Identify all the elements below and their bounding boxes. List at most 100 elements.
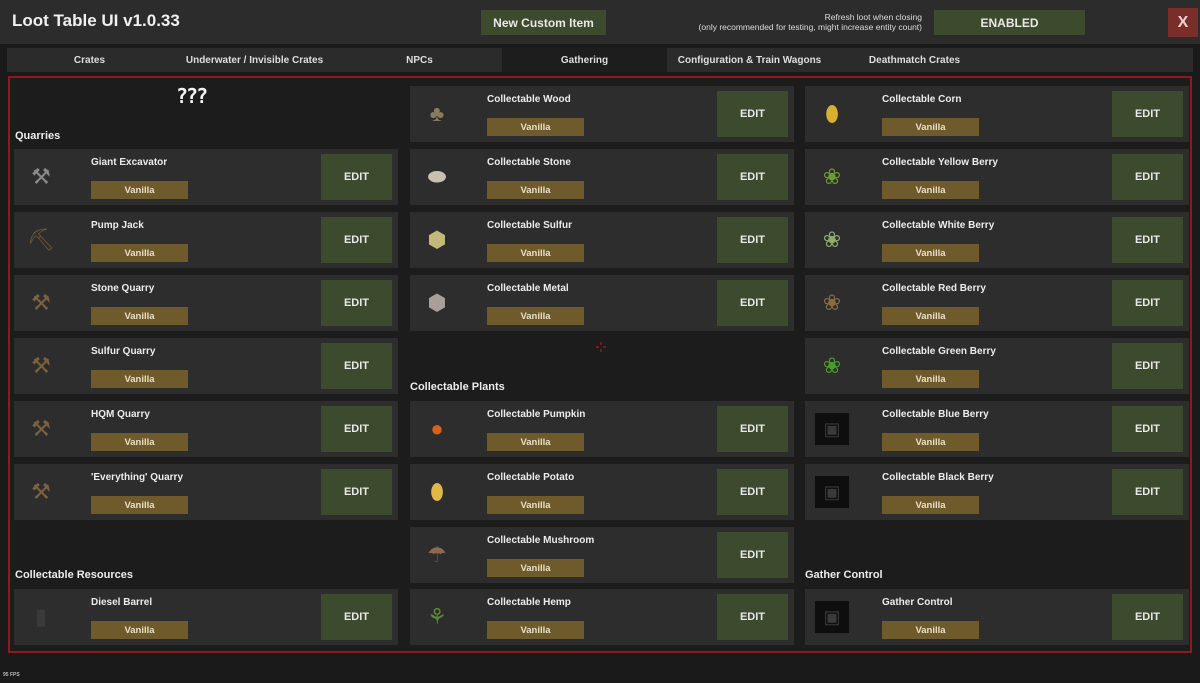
edit-button[interactable]: EDIT <box>321 469 392 515</box>
edit-button[interactable]: EDIT <box>717 280 788 326</box>
green-berry-icon: ❀ <box>822 353 842 378</box>
vanilla-badge[interactable]: Vanilla <box>882 621 979 639</box>
edit-button[interactable]: EDIT <box>321 406 392 452</box>
quarry-icon: ⚒ <box>31 290 51 315</box>
tab-configuration-train-wagons[interactable]: Configuration & Train Wagons <box>667 48 832 72</box>
tab-crates[interactable]: Crates <box>7 48 172 72</box>
card-title: Pump Jack <box>91 220 144 231</box>
pumpkin-icon: ● <box>430 416 444 441</box>
card-title: Sulfur Quarry <box>91 346 156 357</box>
loot-card-collectable-sulfur: ⬢ Collectable Sulfur Vanilla EDIT <box>410 212 794 268</box>
vanilla-badge[interactable]: Vanilla <box>487 621 584 639</box>
vanilla-badge[interactable]: Vanilla <box>91 307 188 325</box>
section-title-resources: Collectable Resources <box>15 569 133 581</box>
missing-texture-icon: ▣ <box>815 476 849 508</box>
wood-stump-icon: ♣ <box>429 101 445 126</box>
loot-card-stone-quarry: ⚒ Stone Quarry Vanilla EDIT <box>14 275 398 331</box>
stone-icon: ⬬ <box>427 164 447 189</box>
edit-button[interactable]: EDIT <box>1112 406 1183 452</box>
vanilla-badge[interactable]: Vanilla <box>882 118 979 136</box>
loot-card-collectable-corn: ⬮ Collectable Corn Vanilla EDIT <box>805 86 1189 142</box>
fps-counter: 95 FPS <box>3 672 20 678</box>
loot-card-giant-excavator: ⚒ Giant Excavator Vanilla EDIT <box>14 149 398 205</box>
vanilla-badge[interactable]: Vanilla <box>487 307 584 325</box>
tab-underwater-invisible-crates[interactable]: Underwater / Invisible Crates <box>172 48 337 72</box>
loot-card-hqm-quarry: ⚒ HQM Quarry Vanilla EDIT <box>14 401 398 457</box>
edit-button[interactable]: EDIT <box>1112 594 1183 640</box>
edit-button[interactable]: EDIT <box>717 406 788 452</box>
edit-button[interactable]: EDIT <box>717 154 788 200</box>
tab-npcs[interactable]: NPCs <box>337 48 502 72</box>
edit-button[interactable]: EDIT <box>717 532 788 578</box>
refresh-toggle-button[interactable]: ENABLED <box>934 10 1085 35</box>
vanilla-badge[interactable]: Vanilla <box>91 621 188 639</box>
vanilla-badge[interactable]: Vanilla <box>882 496 979 514</box>
vanilla-badge[interactable]: Vanilla <box>487 496 584 514</box>
quarry-icon: ⚒ <box>31 416 51 441</box>
close-button[interactable]: X <box>1168 8 1198 37</box>
section-title-plants: Collectable Plants <box>410 381 505 393</box>
section-title-quarries: Quarries <box>15 130 61 142</box>
card-title: Stone Quarry <box>91 283 155 294</box>
excavator-icon: ⚒ <box>31 164 51 189</box>
loot-card-gather-control: ▣ Gather Control Vanilla EDIT <box>805 589 1189 645</box>
vanilla-badge[interactable]: Vanilla <box>487 559 584 577</box>
vanilla-badge[interactable]: Vanilla <box>91 370 188 388</box>
tab-deathmatch-crates[interactable]: Deathmatch Crates <box>832 48 997 72</box>
edit-button[interactable]: EDIT <box>717 469 788 515</box>
edit-button[interactable]: EDIT <box>1112 154 1183 200</box>
edit-button[interactable]: EDIT <box>717 91 788 137</box>
edit-button[interactable]: EDIT <box>1112 217 1183 263</box>
loot-card-pump-jack: ⛏ Pump Jack Vanilla EDIT <box>14 212 398 268</box>
vanilla-badge[interactable]: Vanilla <box>487 181 584 199</box>
edit-button[interactable]: EDIT <box>321 280 392 326</box>
edit-button[interactable]: EDIT <box>717 217 788 263</box>
vanilla-badge[interactable]: Vanilla <box>882 433 979 451</box>
vanilla-badge[interactable]: Vanilla <box>91 244 188 262</box>
new-custom-item-button[interactable]: New Custom Item <box>481 10 606 35</box>
vanilla-badge[interactable]: Vanilla <box>91 496 188 514</box>
card-title: Collectable Yellow Berry <box>882 157 998 168</box>
edit-button[interactable]: EDIT <box>321 594 392 640</box>
vanilla-badge[interactable]: Vanilla <box>487 118 584 136</box>
vanilla-badge[interactable]: Vanilla <box>487 244 584 262</box>
edit-button[interactable]: EDIT <box>717 594 788 640</box>
card-title: Collectable Red Berry <box>882 283 986 294</box>
missing-texture-icon: ▣ <box>815 413 849 445</box>
card-title: Collectable Sulfur <box>487 220 573 231</box>
vanilla-badge[interactable]: Vanilla <box>882 181 979 199</box>
edit-button[interactable]: EDIT <box>1112 280 1183 326</box>
refresh-note-line2: (only recommended for testing, might inc… <box>698 22 922 32</box>
vanilla-badge[interactable]: Vanilla <box>882 244 979 262</box>
quarry-icon: ⚒ <box>31 353 51 378</box>
vanilla-badge[interactable]: Vanilla <box>91 433 188 451</box>
quarry-icon: ⚒ <box>31 479 51 504</box>
vanilla-badge[interactable]: Vanilla <box>91 181 188 199</box>
vanilla-badge[interactable]: Vanilla <box>882 370 979 388</box>
edit-button[interactable]: EDIT <box>1112 91 1183 137</box>
edit-button[interactable]: EDIT <box>321 217 392 263</box>
edit-button[interactable]: EDIT <box>321 343 392 389</box>
refresh-loot-note: Refresh loot when closing (only recommen… <box>690 12 922 32</box>
loot-card-collectable-white-berry: ❀ Collectable White Berry Vanilla EDIT <box>805 212 1189 268</box>
tab-gathering[interactable]: Gathering <box>502 48 667 72</box>
edit-button[interactable]: EDIT <box>1112 469 1183 515</box>
vanilla-badge[interactable]: Vanilla <box>487 433 584 451</box>
card-title: 'Everything' Quarry <box>91 472 184 483</box>
mushroom-icon: ☂ <box>427 542 447 567</box>
card-title: Giant Excavator <box>91 157 168 168</box>
edit-button[interactable]: EDIT <box>1112 343 1183 389</box>
card-title: Collectable Hemp <box>487 597 571 608</box>
loot-card-collectable-pumpkin: ● Collectable Pumpkin Vanilla EDIT <box>410 401 794 457</box>
loot-card-diesel-barrel: ▮ Diesel Barrel Vanilla EDIT <box>14 589 398 645</box>
loot-card-sulfur-quarry: ⚒ Sulfur Quarry Vanilla EDIT <box>14 338 398 394</box>
vanilla-badge[interactable]: Vanilla <box>882 307 979 325</box>
card-title: Collectable Blue Berry <box>882 409 989 420</box>
edit-button[interactable]: EDIT <box>321 154 392 200</box>
loot-card-collectable-green-berry: ❀ Collectable Green Berry Vanilla EDIT <box>805 338 1189 394</box>
card-title: Collectable Metal <box>487 283 569 294</box>
card-title: Collectable Wood <box>487 94 571 105</box>
card-title: Collectable Corn <box>882 94 962 105</box>
sulfur-ore-icon: ⬢ <box>427 227 447 252</box>
card-title: Diesel Barrel <box>91 597 153 608</box>
